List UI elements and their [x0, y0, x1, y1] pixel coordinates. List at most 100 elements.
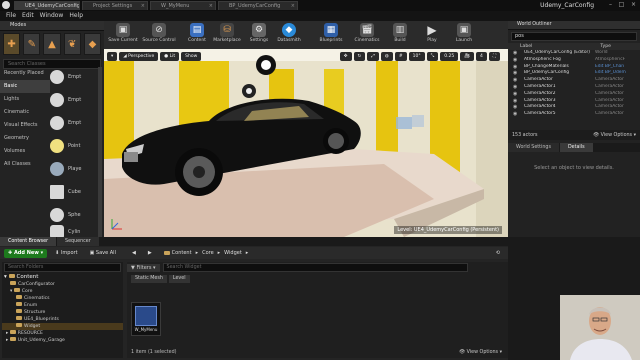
outliner-row[interactable]: ◉ Atmospheric Fog AtmosphericF [508, 57, 640, 64]
tree-item-unit-udemy-garage[interactable]: ▸ Unit_Udemy_Garage [2, 337, 123, 344]
add-new-button[interactable]: ✚ Add New ▾ [4, 248, 48, 258]
tree-item-content[interactable]: ▾ Content [2, 274, 123, 281]
geometry-mode-icon[interactable]: ◆ [83, 33, 102, 55]
menu-help[interactable]: Help [69, 11, 83, 21]
tab-ue4-udemycarconfig[interactable]: UE4_UdemyCarConfig × [14, 1, 80, 10]
outliner-row[interactable]: ◉ BP_UdemyCarConfig Edit BP_Udem [508, 70, 640, 77]
tree-item-resource[interactable]: ▸ RESOURCE [2, 330, 123, 337]
eye-icon[interactable]: ◉ [513, 111, 517, 118]
breadcrumb-content[interactable]: Content [172, 249, 192, 258]
close-icon[interactable]: × [209, 2, 213, 10]
actor-type[interactable]: Edit BP_Chan [595, 64, 624, 71]
outliner-row[interactable]: ◉ CameraActor CameraActor [508, 77, 640, 84]
close-icon[interactable]: × [141, 2, 145, 10]
landscape-mode-icon[interactable]: ▲ [43, 33, 61, 55]
close-icon[interactable]: × [291, 2, 295, 10]
close-window-button[interactable]: × [628, 1, 639, 9]
place-item[interactable]: Cylin [50, 225, 98, 239]
source-control-button[interactable]: ⊘ Source Control [141, 22, 177, 48]
save-current-button[interactable]: ▣ Save Current [106, 22, 140, 48]
maximize-button[interactable]: □ [616, 1, 627, 9]
world-outliner-tab[interactable]: World Outliner [508, 21, 640, 30]
build-button[interactable]: ▥ Build [388, 22, 412, 48]
tree-item-core[interactable]: ▾ Core [2, 288, 123, 295]
tree-item-carconfigurator[interactable]: CarConfigurator [2, 281, 123, 288]
category-cinematic[interactable]: Cinematic [0, 106, 50, 119]
tab-bp-udemycarconfig[interactable]: BP_UdemyCarConfig × [218, 1, 298, 10]
move-tool-button[interactable]: ✥ [339, 52, 352, 61]
tree-item-structure[interactable]: Structure [2, 309, 123, 316]
close-icon[interactable]: × [73, 2, 77, 10]
camera-speed-icon[interactable]: 🎥︎ [460, 52, 474, 61]
outliner-row[interactable]: ◉ CameraActor4 CameraActor [508, 104, 640, 111]
eye-icon[interactable]: ◉ [513, 84, 517, 91]
rotate-tool-button[interactable]: ↻ [353, 52, 366, 61]
minimize-button[interactable]: – [605, 1, 616, 9]
category-lights[interactable]: Lights [0, 93, 50, 106]
outliner-row[interactable]: ◉ UE4_UdemyCarConfig (Editor) World [508, 50, 640, 57]
blueprints-button[interactable]: ▦ Blueprints [316, 22, 346, 48]
search-folders-input[interactable]: Search Folders [4, 263, 121, 272]
tab-details[interactable]: Details [559, 143, 593, 152]
outliner-row[interactable]: ◉ CameraActor5 CameraActor [508, 111, 640, 118]
marketplace-button[interactable]: ⛁ Marketplace [210, 22, 244, 48]
world-space-icon[interactable]: ◍ [380, 52, 393, 61]
eye-icon[interactable]: ◉ [513, 98, 517, 105]
launch-button[interactable]: ▣ Launch [450, 22, 478, 48]
place-item[interactable]: Empt [50, 66, 98, 87]
type-column-header[interactable]: Type [600, 43, 611, 50]
outliner-row[interactable]: ◉ CameraActor3 CameraActor [508, 98, 640, 105]
place-item[interactable]: Empt [50, 112, 98, 133]
cinematics-button[interactable]: 🎬︎ Cinematics [352, 22, 382, 48]
foliage-mode-icon[interactable]: ❦ [63, 33, 81, 55]
eye-icon[interactable]: ◉ [513, 64, 517, 71]
outliner-row[interactable]: ◉ CameraActor2 CameraActor [508, 91, 640, 98]
eye-icon[interactable]: ◉ [513, 91, 517, 98]
import-button[interactable]: ⬇ Import [51, 249, 81, 258]
rotation-snap-value[interactable]: 10° [408, 52, 425, 61]
asset-tile-w-mymenu[interactable]: W_MyMenu [131, 302, 161, 336]
eye-icon[interactable]: ◉ [513, 77, 517, 84]
eye-icon[interactable]: ◉ [513, 70, 517, 77]
category-volumes[interactable]: Volumes [0, 145, 50, 158]
actor-type[interactable]: Edit BP_Udem [595, 70, 626, 77]
datasmith-button[interactable]: ◆ Datasmith [274, 22, 304, 48]
menu-window[interactable]: Window [40, 11, 64, 21]
outliner-search-input[interactable]: pos [511, 32, 637, 41]
place-mode-icon[interactable]: ✚ [3, 33, 21, 55]
camera-speed-value[interactable]: 4 [475, 52, 487, 61]
content-view-options-button[interactable]: 👁︎ View Options ▾ [459, 350, 502, 355]
view-options-button[interactable]: 👁︎ View Options ▾ [593, 133, 636, 138]
category-basic[interactable]: Basic [0, 80, 50, 93]
breadcrumb-widget[interactable]: Widget [224, 249, 242, 258]
paint-mode-icon[interactable]: ✎ [23, 33, 41, 55]
save-all-button[interactable]: ▣ Save All [86, 249, 120, 258]
history-icon[interactable]: ⟲ [492, 249, 504, 258]
content-button[interactable]: ▤ Content [184, 22, 210, 48]
eye-icon[interactable]: ◉ [513, 104, 517, 111]
label-column-header[interactable]: Label [520, 43, 532, 50]
grid-snap-button[interactable]: # [394, 52, 407, 61]
outliner-row[interactable]: ◉ CameraActor1 CameraActor [508, 84, 640, 91]
eye-icon[interactable]: ◉ [513, 50, 517, 57]
category-recently-placed[interactable]: Recently Placed [0, 67, 50, 80]
filter-chip-static-mesh[interactable]: Static Mesh [131, 274, 167, 283]
search-widget-input[interactable]: Search Widget [162, 263, 468, 272]
lit-button[interactable]: ● Lit [160, 52, 180, 61]
tab-w-mymenu[interactable]: W_MyMenu × [150, 1, 216, 10]
tab-sequencer[interactable]: Sequencer [57, 237, 99, 246]
level-viewport[interactable]: ▾ ◢ Perspective ● Lit Show ✥ ↻ ⤢ ◍ # 10°… [104, 49, 508, 237]
forward-button[interactable]: ▶ [144, 249, 156, 258]
menu-edit[interactable]: Edit [22, 11, 34, 21]
tab-project-settings[interactable]: Project Settings × [82, 1, 148, 10]
tab-world-settings[interactable]: World Settings [508, 143, 559, 152]
tree-item-ue4-blueprints[interactable]: UE4_Blueprints [2, 316, 123, 323]
breadcrumb-core[interactable]: Core [202, 249, 214, 258]
show-button[interactable]: Show [181, 52, 202, 61]
eye-icon[interactable]: ◉ [513, 57, 517, 64]
place-item[interactable]: Empt [50, 89, 98, 110]
perspective-button[interactable]: ◢ Perspective [119, 52, 159, 61]
category-all-classes[interactable]: All Classes [0, 158, 50, 171]
play-button[interactable]: ▶ Play [420, 22, 444, 48]
filters-button[interactable]: ▼ Filters ▾ [127, 263, 160, 272]
